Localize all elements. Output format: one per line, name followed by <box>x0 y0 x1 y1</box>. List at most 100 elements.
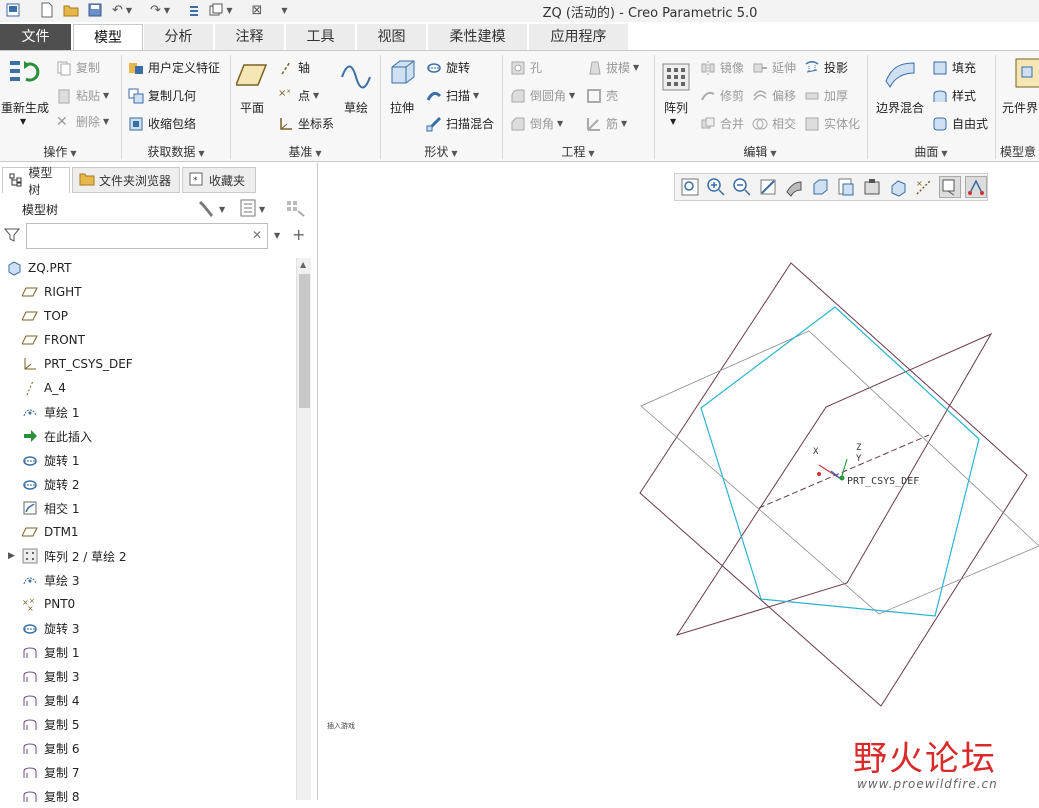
datum-plane-large-icon[interactable] <box>234 59 268 91</box>
group-get-data-label[interactable]: 获取数据 ▼ <box>122 143 230 159</box>
pentagon-sketch[interactable] <box>700 306 980 617</box>
graphics-window[interactable]: × X Z Y PRT_CSYS_DEF 插入游戏 野火论坛 www.proew… <box>319 163 1039 800</box>
tab-model[interactable]: 模型 <box>73 24 143 50</box>
pattern-dropdown[interactable]: ▼ <box>670 117 676 126</box>
component-interface-button[interactable]: 元件界 <box>1002 99 1039 116</box>
plane-button[interactable]: 平面 <box>232 99 272 116</box>
rib-button[interactable]: 筋 ▼ <box>586 115 627 132</box>
point-button[interactable]: ×ˣ 点 ▼ <box>278 87 319 104</box>
tree-item[interactable]: 旋转 1 <box>0 448 296 472</box>
group-model-intent-label[interactable]: 模型意 <box>996 143 1039 159</box>
revolve-button[interactable]: 旋转 <box>426 59 470 76</box>
tab-applications[interactable]: 应用程序 <box>529 24 629 50</box>
tree-item[interactable]: 复制 7 <box>0 760 296 784</box>
delete-button[interactable]: ✕ 删除 ▼ <box>56 113 109 130</box>
clear-search-icon[interactable]: ✕ <box>252 228 262 242</box>
app-icon[interactable] <box>4 1 22 19</box>
tree-item[interactable]: 复制 8 <box>0 784 296 808</box>
model-geometry[interactable]: X Z Y PRT_CSYS_DEF <box>319 163 1039 800</box>
regenerate-small-icon[interactable] <box>186 1 204 19</box>
boundary-blend-button[interactable]: 边界混合 <box>870 99 930 116</box>
tree-item[interactable]: 复制 5 <box>0 712 296 736</box>
tab-analysis[interactable]: 分析 <box>144 24 214 50</box>
tab-flexible-modeling[interactable]: 柔性建模 <box>428 24 528 50</box>
copy-geometry-button[interactable]: 复制几何 <box>128 87 196 104</box>
style-button[interactable]: 样式 <box>932 87 976 104</box>
tree-item[interactable]: 草绘 3 <box>0 568 296 592</box>
csys-button[interactable]: 坐标系 <box>278 115 334 132</box>
tree-filter-display-icon[interactable] <box>286 199 308 220</box>
tree-item[interactable]: DTM1 <box>0 520 296 544</box>
tree-item[interactable]: 复制 4 <box>0 688 296 712</box>
tree-columns-button[interactable]: ▼ <box>240 199 265 220</box>
tree-item[interactable]: A_4 <box>0 376 296 400</box>
pattern-button[interactable]: 阵列 <box>656 99 696 116</box>
paste-button[interactable]: 粘贴 ▼ <box>56 87 109 104</box>
customize-toolbar-icon[interactable]: ▼ <box>276 1 290 19</box>
tab-folder-browser[interactable]: 文件夹浏览器 <box>72 167 180 193</box>
undo-icon[interactable]: ↶ ▼ <box>110 1 134 19</box>
tree-item[interactable]: RIGHT <box>0 280 296 304</box>
tree-scroll-thumb[interactable] <box>299 274 310 408</box>
hole-button[interactable]: 孔 <box>510 59 542 76</box>
regenerate-icon[interactable] <box>8 57 40 89</box>
solidify-button[interactable]: 实体化 <box>804 115 860 132</box>
open-folder-icon[interactable] <box>62 1 80 19</box>
regenerate-dropdown[interactable]: ▼ <box>20 117 26 126</box>
tree-item[interactable]: × × × PNT0 <box>0 592 296 616</box>
tree-item[interactable]: 复制 3 <box>0 664 296 688</box>
expand-icon[interactable]: ▶ <box>8 551 15 561</box>
sketch-large-icon[interactable] <box>340 59 372 91</box>
tree-scrollbar[interactable]: ▲ <box>296 258 311 800</box>
datum-plane-3[interactable] <box>640 330 1039 615</box>
tab-tools[interactable]: 工具 <box>286 24 356 50</box>
scroll-up-icon[interactable]: ▲ <box>300 260 306 269</box>
tree-settings-button[interactable]: ▼ <box>198 199 225 220</box>
group-engineering-label[interactable]: 工程 ▼ <box>503 143 653 159</box>
sweep-button[interactable]: 扫描 ▼ <box>426 87 479 104</box>
tree-item[interactable]: PRT_CSYS_DEF <box>0 352 296 376</box>
tree-item[interactable]: ▶ 阵列 2 / 草绘 2 <box>0 544 296 568</box>
group-shapes-label[interactable]: 形状 ▼ <box>381 143 501 159</box>
mirror-button[interactable]: 镜像 <box>700 59 744 76</box>
component-interface-icon[interactable] <box>1014 57 1039 89</box>
tab-annotate[interactable]: 注释 <box>215 24 285 50</box>
add-filter-icon[interactable]: + <box>292 225 305 244</box>
tree-item[interactable]: 复制 1 <box>0 640 296 664</box>
tree-root-item[interactable]: ZQ.PRT <box>0 256 296 280</box>
pattern-large-icon[interactable] <box>660 61 692 93</box>
extrude-large-icon[interactable] <box>386 57 418 89</box>
extend-button[interactable]: 延伸 <box>752 59 796 76</box>
draft-button[interactable]: 拔模 ▼ <box>586 59 639 76</box>
sketch-button[interactable]: 草绘 <box>336 99 376 116</box>
tree-item[interactable]: 相交 1 <box>0 496 296 520</box>
intersect-button[interactable]: 相交 <box>752 115 796 132</box>
tree-item[interactable]: 草绘 1 <box>0 400 296 424</box>
coordinate-system-icon[interactable] <box>817 458 848 481</box>
udf-button[interactable]: 用户定义特征 <box>128 59 220 76</box>
thicken-button[interactable]: 加厚 <box>804 87 848 104</box>
tree-search-input[interactable] <box>26 223 268 249</box>
copy-button[interactable]: 复制 <box>56 59 100 76</box>
close-window-icon[interactable]: ⊠ <box>250 1 264 19</box>
tree-item[interactable]: 在此插入 <box>0 424 296 448</box>
merge-button[interactable]: 合并 <box>700 115 744 132</box>
axis-button[interactable]: 轴 <box>278 59 310 76</box>
fill-button[interactable]: 填充 <box>932 59 976 76</box>
chamfer-button[interactable]: 倒角 ▼ <box>510 115 563 132</box>
tab-model-tree[interactable]: 模型树 <box>2 166 70 197</box>
tree-item[interactable]: 复制 6 <box>0 736 296 760</box>
new-file-icon[interactable] <box>38 1 56 19</box>
shell-button[interactable]: 壳 <box>586 87 618 104</box>
search-options-dropdown[interactable]: ▼ <box>274 231 280 240</box>
tab-favorites[interactable]: * 收藏夹 <box>182 167 256 193</box>
trim-button[interactable]: 修剪 <box>700 87 744 104</box>
datum-plane-1[interactable] <box>639 262 1028 707</box>
regenerate-button[interactable]: 重新生成 <box>0 99 50 116</box>
datum-plane-2[interactable] <box>675 332 993 636</box>
tree-item[interactable]: TOP <box>0 304 296 328</box>
project-button[interactable]: 投影 <box>804 59 848 76</box>
group-editing-label[interactable]: 编辑 ▼ <box>655 143 865 159</box>
group-surfaces-label[interactable]: 曲面 ▼ <box>868 143 994 159</box>
tab-file[interactable]: 文件 <box>0 24 72 50</box>
